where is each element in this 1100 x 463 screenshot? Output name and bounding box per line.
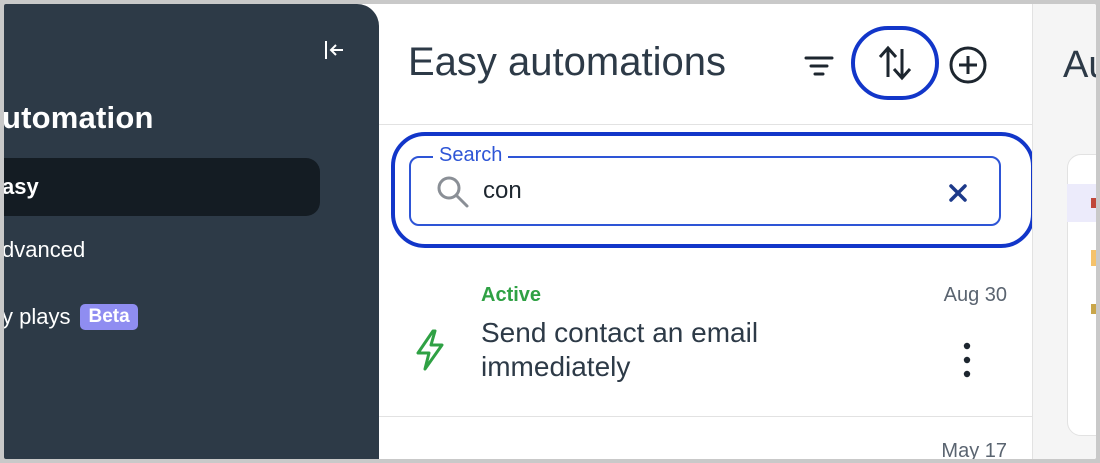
sort-icon: [878, 45, 912, 81]
add-automation-button[interactable]: [947, 44, 989, 86]
sidebar-item-advanced[interactable]: dvanced: [4, 221, 320, 279]
collapse-sidebar-button[interactable]: [320, 36, 348, 64]
more-options-icon[interactable]: [955, 338, 979, 382]
detail-title: Au: [1063, 44, 1096, 86]
automation-date: Aug 30: [943, 284, 1007, 306]
lightning-bolt-icon: [416, 329, 444, 371]
beta-badge: Beta: [80, 304, 138, 330]
filter-icon: [804, 56, 834, 76]
detail-marker: [1091, 198, 1096, 208]
status-text: Active: [481, 284, 542, 306]
sidebar-title: utomation: [4, 100, 154, 135]
sidebar-item-plays[interactable]: y plays Beta: [4, 288, 320, 346]
automation-title: Send contact an email immediately: [481, 317, 759, 382]
filter-button[interactable]: [801, 48, 837, 84]
sidebar-item-label: dvanced: [4, 237, 86, 262]
collapse-sidebar-icon: [325, 41, 343, 59]
search-icon: [437, 176, 469, 208]
search-label: Search: [433, 144, 509, 167]
detail-panel: Au: [1032, 4, 1096, 459]
clear-icon[interactable]: [945, 180, 971, 206]
sidebar-item-easy[interactable]: asy: [4, 158, 320, 216]
sidebar: utomation asy dvanced y plays Beta: [4, 4, 379, 459]
sort-button[interactable]: [851, 26, 939, 100]
automation-date: May 17: [941, 440, 1007, 459]
app-window: utomation asy dvanced y plays Beta Easy …: [4, 4, 1096, 459]
panel-header: Easy automations: [379, 4, 1032, 125]
add-circle-icon: [949, 46, 987, 84]
detail-marker: [1091, 304, 1096, 314]
page-title: Easy automations: [408, 40, 726, 84]
sidebar-item-label: asy: [4, 174, 39, 199]
sidebar-item-label: y plays: [4, 304, 71, 329]
automations-panel: Easy automations Search con Active Send …: [379, 4, 1035, 459]
detail-marker: [1091, 250, 1096, 266]
list-item[interactable]: Active Send contact an email immediately…: [379, 266, 1032, 417]
search-input[interactable]: [483, 174, 923, 208]
